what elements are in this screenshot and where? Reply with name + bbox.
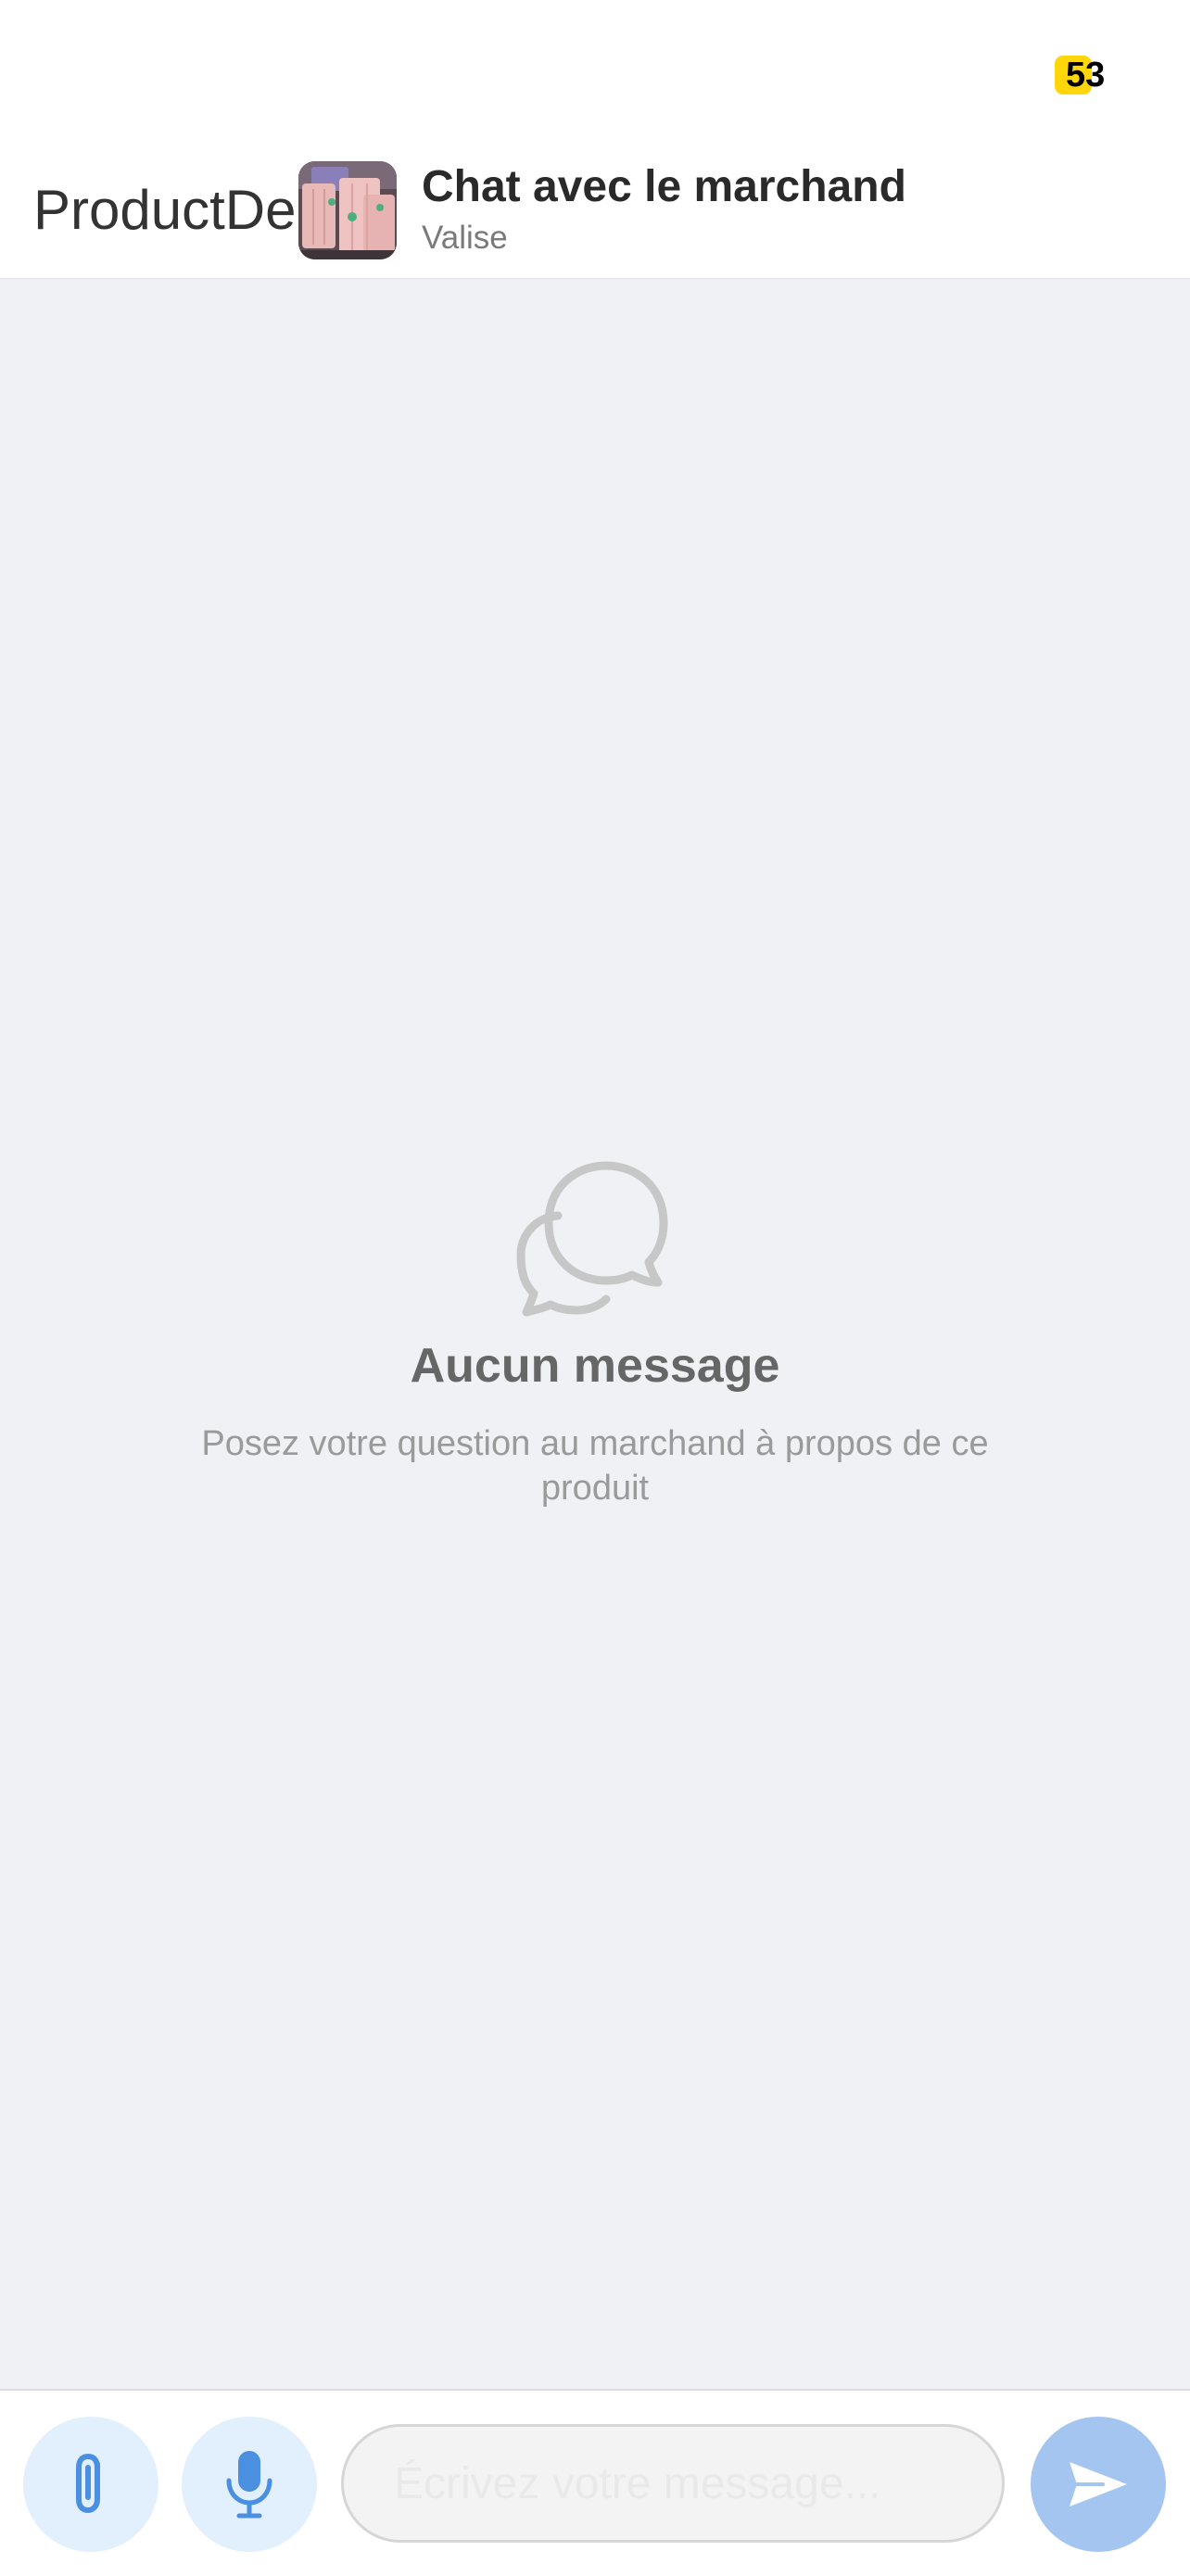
microphone-button[interactable] [182,2417,317,2552]
back-label: ProductDetails [33,178,297,241]
battery-indicator: 53 [1055,54,1105,96]
product-image [298,161,397,259]
chat-title: Chat avec le marchand [422,162,906,211]
product-thumbnail[interactable] [298,161,397,259]
battery-level: 53 [1066,55,1106,95]
microphone-icon [226,2451,272,2519]
product-name: Valise [422,220,508,256]
status-bar: 53 [0,0,1190,139]
send-button[interactable] [1031,2417,1166,2552]
message-input[interactable] [341,2424,1005,2543]
message-composer [0,2389,1190,2576]
paperclip-icon [76,2453,100,2514]
chat-header: ProductDetails Chat avec le marchand Val… [0,139,1190,279]
empty-state-description: Posez votre question au marchand à propo… [201,1424,989,1508]
attach-button[interactable] [23,2417,158,2552]
chat-bubbles-icon [516,1161,668,1317]
empty-state-title: Aucun message [410,1339,780,1393]
back-button[interactable]: ProductDetails [19,174,297,245]
send-icon [1070,2462,1127,2507]
